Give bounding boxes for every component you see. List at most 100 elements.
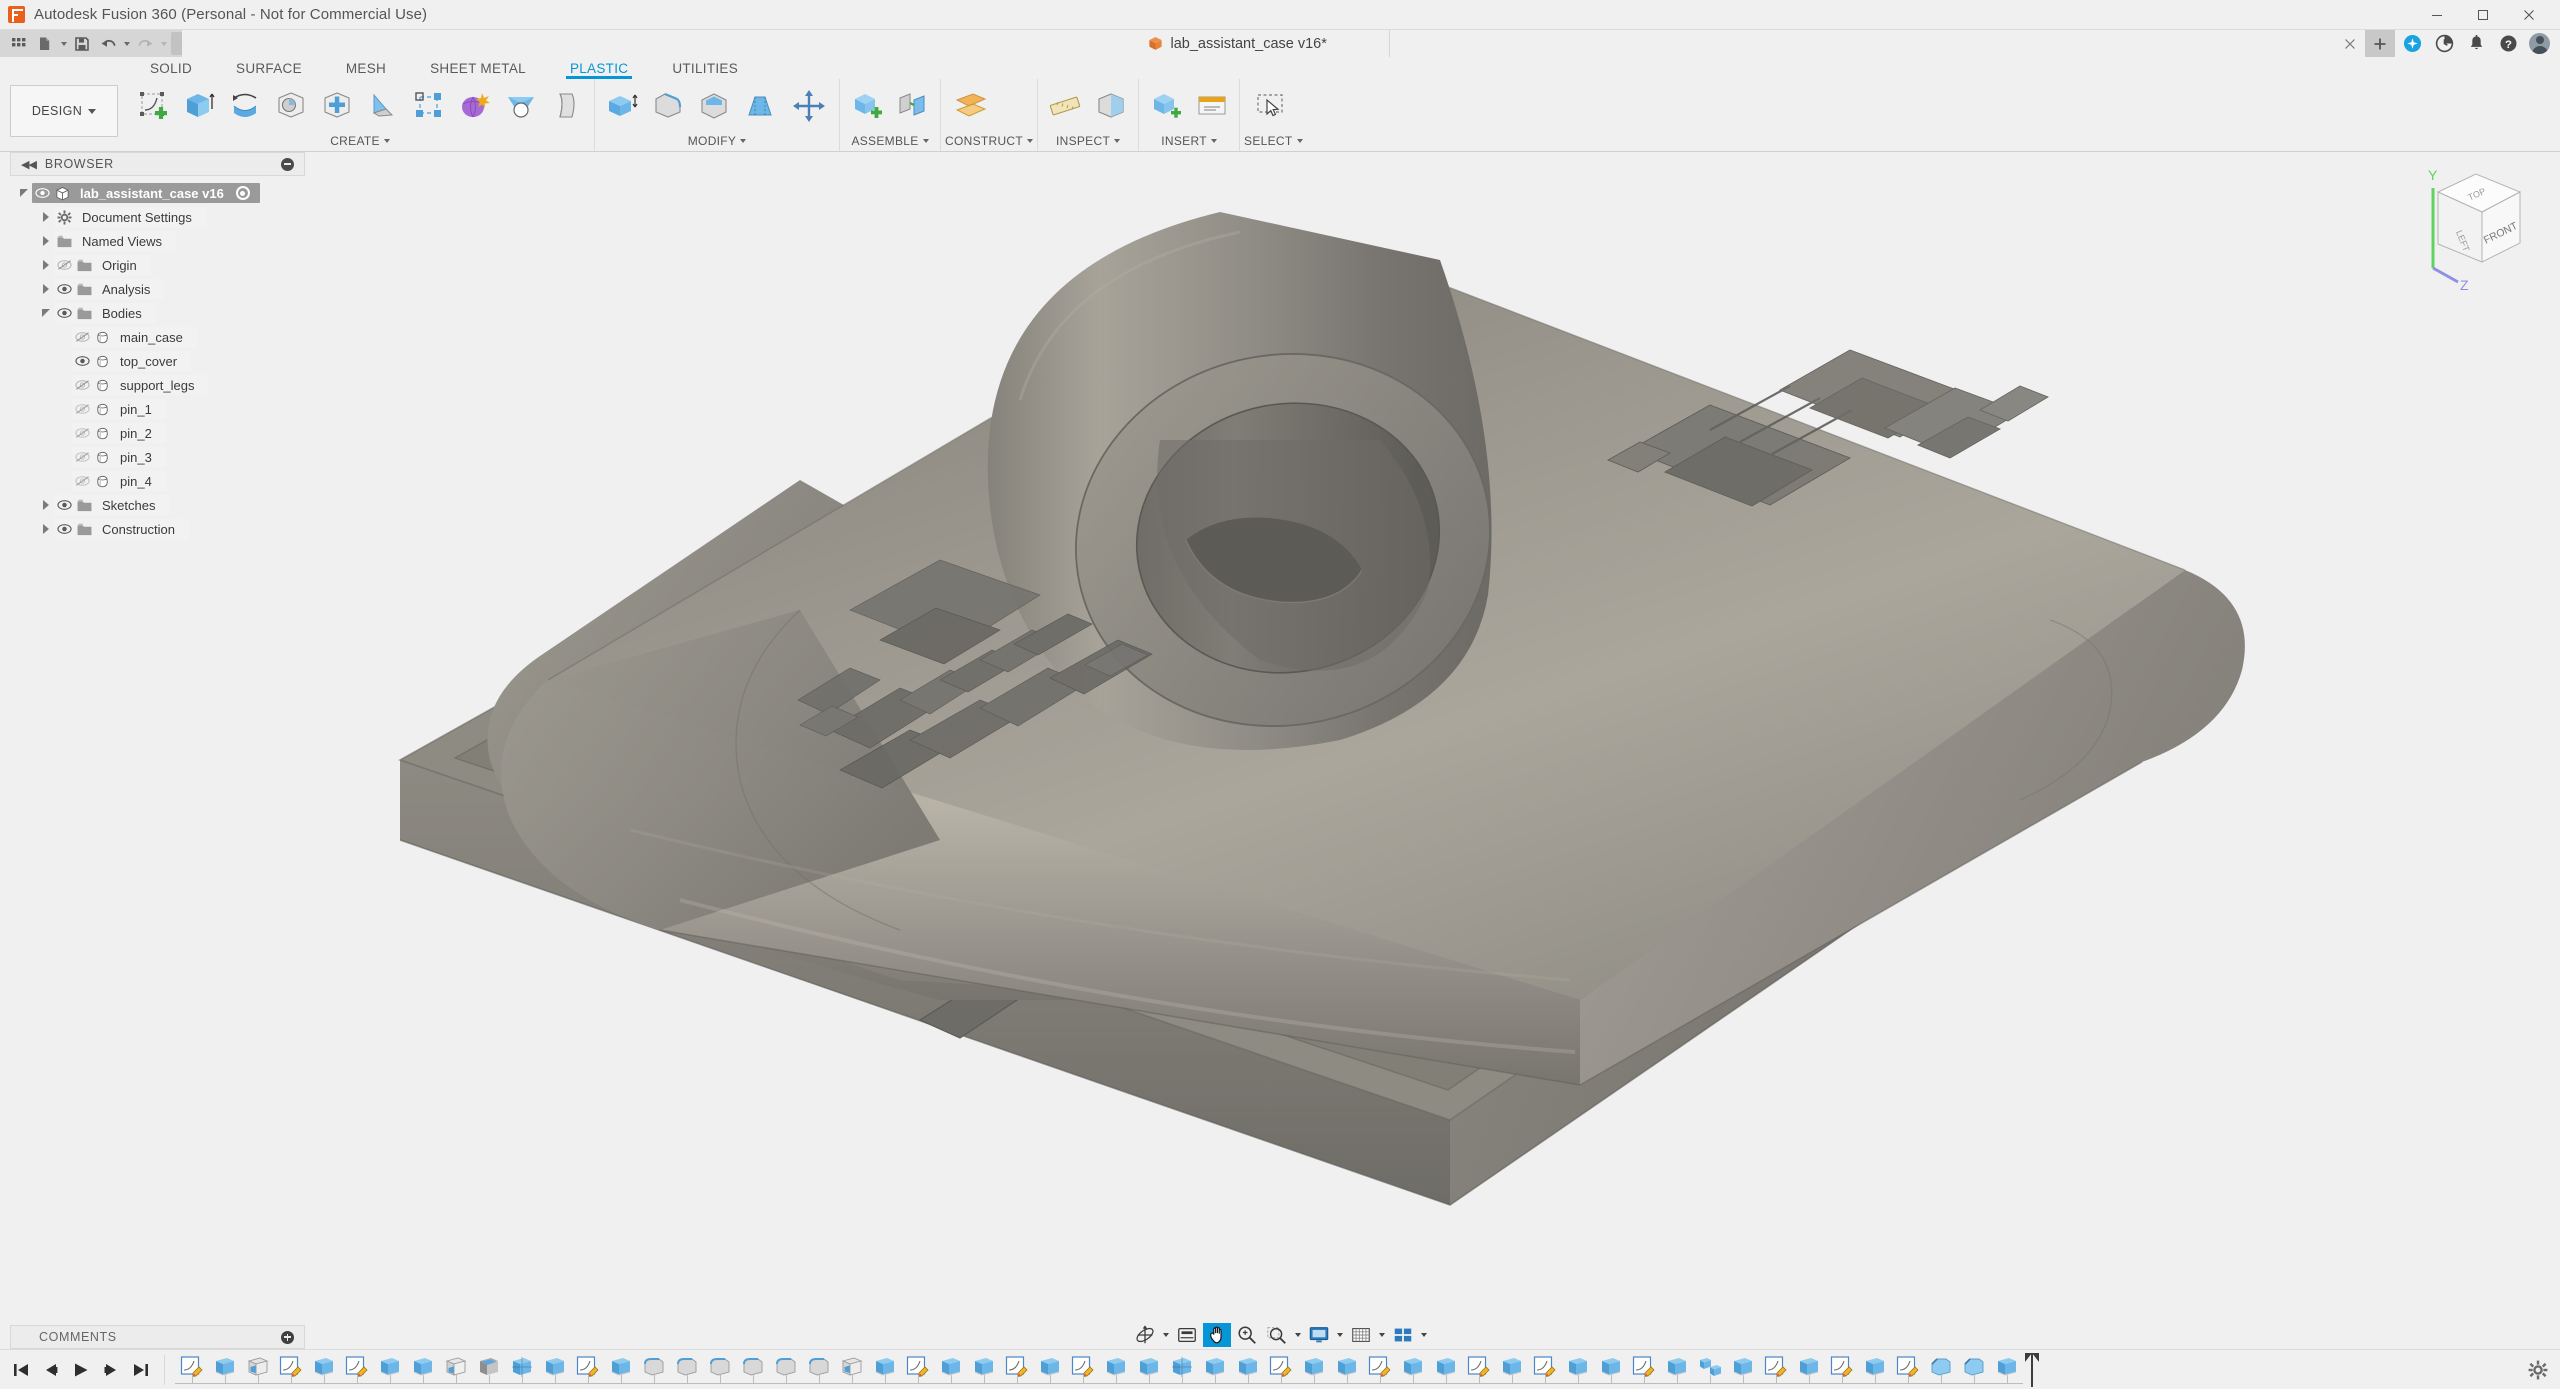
timeline-feature-fillet[interactable] xyxy=(703,1350,736,1389)
pattern-icon[interactable] xyxy=(406,83,452,129)
sketch-plus-icon[interactable] xyxy=(130,83,176,129)
ribbon-panel-select-label[interactable]: SELECT xyxy=(1244,131,1302,151)
visibility-eye-hidden-icon[interactable] xyxy=(72,375,92,395)
hole-icon[interactable] xyxy=(268,83,314,129)
expand-arrow-icon[interactable] xyxy=(38,303,54,323)
timeline-feature-extrude[interactable] xyxy=(1561,1350,1594,1389)
workspace-switcher-button[interactable]: DESIGN xyxy=(10,85,118,137)
ribbon-tab-plastic[interactable]: PLASTIC xyxy=(548,61,650,79)
hand-pan-icon[interactable] xyxy=(1203,1323,1231,1347)
timeline-feature-extrude[interactable] xyxy=(373,1350,406,1389)
move-copy-icon[interactable] xyxy=(783,83,835,129)
grid-icon[interactable] xyxy=(1347,1323,1375,1347)
timeline-feature-plane[interactable] xyxy=(835,1350,868,1389)
timeline-go-start-button[interactable] xyxy=(8,1357,34,1383)
undo-caret-icon[interactable] xyxy=(121,32,132,55)
expand-arrow-icon[interactable] xyxy=(38,519,54,539)
timeline-feature-extrude[interactable] xyxy=(1495,1350,1528,1389)
expand-arrow-icon[interactable] xyxy=(38,255,54,275)
timeline-feature-plane[interactable] xyxy=(241,1350,274,1389)
save-floppy-icon[interactable] xyxy=(69,32,95,55)
close-button[interactable] xyxy=(2506,0,2552,29)
timeline-feature-extrude[interactable] xyxy=(1297,1350,1330,1389)
visibility-eye-hidden-icon[interactable] xyxy=(72,327,92,347)
measure-icon[interactable] xyxy=(1042,83,1088,129)
minimize-button[interactable] xyxy=(2414,0,2460,29)
timeline-feature-extrude[interactable] xyxy=(1231,1350,1264,1389)
document-tab[interactable]: lab_assistant_case v16* xyxy=(1130,30,1390,57)
timeline-feature-sketch[interactable] xyxy=(571,1350,604,1389)
select-window-icon[interactable] xyxy=(1244,83,1296,129)
fit-window-icon[interactable] xyxy=(1263,1323,1291,1347)
timeline-feature-extrude[interactable] xyxy=(967,1350,1000,1389)
ribbon-panel-construct-label[interactable]: CONSTRUCT xyxy=(945,131,1033,151)
ai-assistant-icon[interactable] xyxy=(2397,30,2427,57)
ribbon-panel-assemble-label[interactable]: ASSEMBLE xyxy=(844,131,936,151)
timeline-feature-extrude[interactable] xyxy=(604,1350,637,1389)
visibility-eye-hidden-icon[interactable] xyxy=(72,471,92,491)
timeline-feature-sketch[interactable] xyxy=(901,1350,934,1389)
boss-icon[interactable] xyxy=(498,83,544,129)
expand-arrow-icon[interactable] xyxy=(38,279,54,299)
gear-icon[interactable] xyxy=(2524,1356,2552,1384)
visibility-eye-icon[interactable] xyxy=(32,183,52,203)
timeline-feature-sketch[interactable] xyxy=(1462,1350,1495,1389)
timeline-feature-move[interactable] xyxy=(505,1350,538,1389)
visibility-eye-hidden-icon[interactable] xyxy=(72,423,92,443)
browser-body-top-cover[interactable]: top_cover xyxy=(10,349,305,373)
timeline-feature-extrude[interactable] xyxy=(1330,1350,1363,1389)
orbit-caret-icon[interactable] xyxy=(1161,1323,1171,1347)
timeline-feature-extrude[interactable] xyxy=(208,1350,241,1389)
timeline-feature-sketch[interactable] xyxy=(1627,1350,1660,1389)
browser-body-pin-3[interactable]: pin_3 xyxy=(10,445,305,469)
browser-body-pin-4[interactable]: pin_4 xyxy=(10,469,305,493)
activate-target-icon[interactable] xyxy=(236,186,250,200)
extrude-icon[interactable] xyxy=(176,83,222,129)
form-sculpt-icon[interactable] xyxy=(452,83,498,129)
file-new-caret-icon[interactable] xyxy=(58,32,69,55)
timeline-feature-sketch[interactable] xyxy=(1825,1350,1858,1389)
browser-node-analysis[interactable]: Analysis xyxy=(10,277,305,301)
timeline-feature-split[interactable] xyxy=(439,1350,472,1389)
display-caret-icon[interactable] xyxy=(1335,1323,1345,1347)
timeline-feature-extrude[interactable] xyxy=(1594,1350,1627,1389)
timeline-feature-fillet[interactable] xyxy=(802,1350,835,1389)
fillet-icon[interactable] xyxy=(645,83,691,129)
timeline-feature-sketch[interactable] xyxy=(1891,1350,1924,1389)
timeline-feature-shell[interactable] xyxy=(472,1350,505,1389)
timeline-feature-extrude[interactable] xyxy=(307,1350,340,1389)
timeline-feature-sketch[interactable] xyxy=(1066,1350,1099,1389)
joint-icon[interactable] xyxy=(890,83,936,129)
timeline-feature-extrude[interactable] xyxy=(868,1350,901,1389)
timeline-feature-extrude[interactable] xyxy=(406,1350,439,1389)
ribbon-tab-sheet-metal[interactable]: SHEET METAL xyxy=(408,61,548,79)
fit-caret-icon[interactable] xyxy=(1293,1323,1303,1347)
expand-arrow-icon[interactable] xyxy=(38,207,54,227)
user-avatar[interactable] xyxy=(2529,33,2550,54)
redo-caret-icon[interactable] xyxy=(158,32,169,55)
timeline-feature-sketch[interactable] xyxy=(274,1350,307,1389)
timeline-go-end-button[interactable] xyxy=(128,1357,154,1383)
visibility-eye-icon[interactable] xyxy=(72,351,92,371)
job-status-clock-icon[interactable] xyxy=(2429,30,2459,57)
web-icon[interactable] xyxy=(360,83,406,129)
look-at-icon[interactable] xyxy=(1173,1323,1201,1347)
zoom-magnifier-icon[interactable] xyxy=(1233,1323,1261,1347)
timeline-feature-fillet[interactable] xyxy=(670,1350,703,1389)
visibility-eye-icon[interactable] xyxy=(54,303,74,323)
view-cube[interactable]: Y Z TOP LEFT FRONT xyxy=(2398,150,2538,290)
timeline-feature-fillet[interactable] xyxy=(736,1350,769,1389)
viewports-caret-icon[interactable] xyxy=(1419,1323,1429,1347)
viewports-icon[interactable] xyxy=(1389,1323,1417,1347)
grid-caret-icon[interactable] xyxy=(1377,1323,1387,1347)
ribbon-tab-surface[interactable]: SURFACE xyxy=(214,61,324,79)
ribbon-tab-solid[interactable]: SOLID xyxy=(128,61,214,79)
minus-circle-icon[interactable] xyxy=(281,158,294,171)
timeline-feature-extrude[interactable] xyxy=(1990,1350,2023,1389)
timeline-feature-chamfer[interactable] xyxy=(1924,1350,1957,1389)
orbit-icon[interactable] xyxy=(1131,1323,1159,1347)
timeline-feature-list[interactable] xyxy=(165,1350,2023,1389)
grid-apps-icon[interactable] xyxy=(6,32,32,55)
expand-arrow-icon[interactable] xyxy=(38,231,54,251)
timeline-feature-sketch[interactable] xyxy=(1264,1350,1297,1389)
